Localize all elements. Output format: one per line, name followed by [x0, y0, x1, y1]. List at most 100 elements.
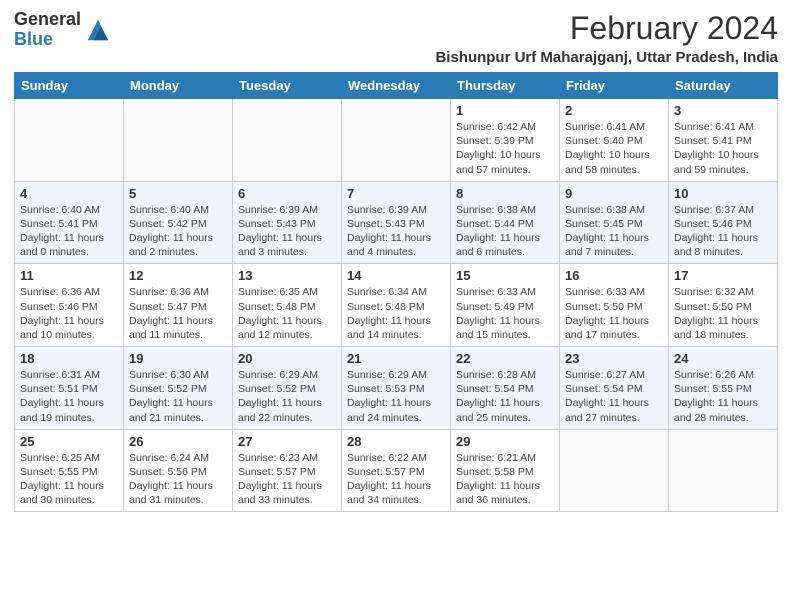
day-number: 6 — [238, 186, 336, 201]
calendar-week-row: 18Sunrise: 6:31 AM Sunset: 5:51 PM Dayli… — [15, 347, 778, 430]
day-info: Sunrise: 6:23 AM Sunset: 5:57 PM Dayligh… — [238, 451, 336, 508]
day-number: 25 — [20, 434, 118, 449]
table-row: 4 Sunrise: 6:40 AM Sunset: 5:41 PM Daylig… — [15, 181, 124, 264]
table-row: 2Sunrise: 6:41 AM Sunset: 5:40 PM Daylig… — [560, 99, 669, 182]
calendar-week-row: 25 Sunrise: 6:25 AM Sunset: 5:55 PM Dayli… — [15, 429, 778, 512]
col-tuesday: Tuesday — [233, 73, 342, 99]
day-info: Sunrise: 6:40 AM Sunset: 5:41 PM Dayligh… — [20, 203, 118, 260]
day-number: 29 — [456, 434, 554, 449]
col-sunday: Sunday — [15, 73, 124, 99]
day-info: Sunrise: 6:39 AM Sunset: 5:43 PM Dayligh… — [347, 203, 445, 260]
day-number: 11 — [20, 268, 118, 283]
calendar-week-row: 11 Sunrise: 6:36 AM Sunset: 5:46 PM Dayli… — [15, 264, 778, 347]
day-number: 28 — [347, 434, 445, 449]
day-info: Sunrise: 6:41 AM Sunset: 5:40 PM Dayligh… — [565, 120, 663, 177]
day-info: Sunrise: 6:33 AM Sunset: 5:50 PM Dayligh… — [565, 285, 663, 342]
col-friday: Friday — [560, 73, 669, 99]
col-saturday: Saturday — [669, 73, 778, 99]
day-number: 16 — [565, 268, 663, 283]
table-row: 28 Sunrise: 6:22 AM Sunset: 5:57 PM Dayli… — [342, 429, 451, 512]
col-wednesday: Wednesday — [342, 73, 451, 99]
day-number: 15 — [456, 268, 554, 283]
table-row: 23 Sunrise: 6:27 AM Sunset: 5:54 PM Dayli… — [560, 347, 669, 430]
day-info: Sunrise: 6:38 AM Sunset: 5:45 PM Dayligh… — [565, 203, 663, 260]
day-number: 1 — [456, 103, 554, 118]
day-number: 7 — [347, 186, 445, 201]
table-row — [233, 99, 342, 182]
table-row: 19Sunrise: 6:30 AM Sunset: 5:52 PM Dayli… — [124, 347, 233, 430]
day-number: 14 — [347, 268, 445, 283]
logo-icon — [84, 16, 112, 44]
table-row — [342, 99, 451, 182]
table-row: 20 Sunrise: 6:29 AM Sunset: 5:52 PM Dayli… — [233, 347, 342, 430]
day-number: 10 — [674, 186, 772, 201]
subtitle: Bishunpur Urf Maharajganj, Uttar Pradesh… — [435, 49, 778, 66]
day-number: 20 — [238, 351, 336, 366]
table-row — [560, 429, 669, 512]
table-row: 14 Sunrise: 6:34 AM Sunset: 5:48 PM Dayli… — [342, 264, 451, 347]
day-info: Sunrise: 6:34 AM Sunset: 5:48 PM Dayligh… — [347, 285, 445, 342]
day-number: 19 — [129, 351, 227, 366]
logo-blue: Blue — [14, 30, 81, 50]
calendar-header-row: Sunday Monday Tuesday Wednesday Thursday… — [15, 73, 778, 99]
day-info: Sunrise: 6:36 AM Sunset: 5:46 PM Dayligh… — [20, 285, 118, 342]
table-row: 1 Sunrise: 6:42 AM Sunset: 5:39 PM Daylig… — [451, 99, 560, 182]
day-number: 13 — [238, 268, 336, 283]
table-row: 3Sunrise: 6:41 AM Sunset: 5:41 PM Daylig… — [669, 99, 778, 182]
day-info: Sunrise: 6:36 AM Sunset: 5:47 PM Dayligh… — [129, 285, 227, 342]
day-info: Sunrise: 6:35 AM Sunset: 5:48 PM Dayligh… — [238, 285, 336, 342]
page: General Blue February 2024 Bishunpur Urf… — [0, 0, 792, 522]
logo-text: General Blue — [14, 10, 81, 50]
table-row: 22 Sunrise: 6:28 AM Sunset: 5:54 PM Dayli… — [451, 347, 560, 430]
day-number: 27 — [238, 434, 336, 449]
day-number: 3 — [674, 103, 772, 118]
day-info: Sunrise: 6:29 AM Sunset: 5:52 PM Dayligh… — [238, 368, 336, 425]
header: General Blue February 2024 Bishunpur Urf… — [14, 10, 778, 66]
day-number: 12 — [129, 268, 227, 283]
table-row: 12 Sunrise: 6:36 AM Sunset: 5:47 PM Dayli… — [124, 264, 233, 347]
table-row: 26Sunrise: 6:24 AM Sunset: 5:56 PM Dayli… — [124, 429, 233, 512]
day-info: Sunrise: 6:25 AM Sunset: 5:55 PM Dayligh… — [20, 451, 118, 508]
day-info: Sunrise: 6:21 AM Sunset: 5:58 PM Dayligh… — [456, 451, 554, 508]
table-row: 7 Sunrise: 6:39 AM Sunset: 5:43 PM Daylig… — [342, 181, 451, 264]
day-info: Sunrise: 6:37 AM Sunset: 5:46 PM Dayligh… — [674, 203, 772, 260]
calendar: Sunday Monday Tuesday Wednesday Thursday… — [14, 72, 778, 512]
day-info: Sunrise: 6:31 AM Sunset: 5:51 PM Dayligh… — [20, 368, 118, 425]
day-number: 24 — [674, 351, 772, 366]
day-info: Sunrise: 6:32 AM Sunset: 5:50 PM Dayligh… — [674, 285, 772, 342]
day-info: Sunrise: 6:26 AM Sunset: 5:55 PM Dayligh… — [674, 368, 772, 425]
day-info: Sunrise: 6:42 AM Sunset: 5:39 PM Dayligh… — [456, 120, 554, 177]
day-number: 22 — [456, 351, 554, 366]
table-row: 5 Sunrise: 6:40 AM Sunset: 5:42 PM Daylig… — [124, 181, 233, 264]
table-row: 13 Sunrise: 6:35 AM Sunset: 5:48 PM Dayli… — [233, 264, 342, 347]
logo: General Blue — [14, 10, 112, 50]
table-row: 10 Sunrise: 6:37 AM Sunset: 5:46 PM Dayli… — [669, 181, 778, 264]
day-number: 17 — [674, 268, 772, 283]
table-row: 17 Sunrise: 6:32 AM Sunset: 5:50 PM Dayli… — [669, 264, 778, 347]
table-row: 29 Sunrise: 6:21 AM Sunset: 5:58 PM Dayli… — [451, 429, 560, 512]
table-row: 8 Sunrise: 6:38 AM Sunset: 5:44 PM Daylig… — [451, 181, 560, 264]
day-info: Sunrise: 6:28 AM Sunset: 5:54 PM Dayligh… — [456, 368, 554, 425]
day-number: 5 — [129, 186, 227, 201]
col-monday: Monday — [124, 73, 233, 99]
col-thursday: Thursday — [451, 73, 560, 99]
table-row: 11 Sunrise: 6:36 AM Sunset: 5:46 PM Dayli… — [15, 264, 124, 347]
day-number: 23 — [565, 351, 663, 366]
day-info: Sunrise: 6:22 AM Sunset: 5:57 PM Dayligh… — [347, 451, 445, 508]
table-row: 6 Sunrise: 6:39 AM Sunset: 5:43 PM Daylig… — [233, 181, 342, 264]
day-info: Sunrise: 6:39 AM Sunset: 5:43 PM Dayligh… — [238, 203, 336, 260]
table-row — [669, 429, 778, 512]
table-row: 21Sunrise: 6:29 AM Sunset: 5:53 PM Dayli… — [342, 347, 451, 430]
day-number: 26 — [129, 434, 227, 449]
day-info: Sunrise: 6:29 AM Sunset: 5:53 PM Dayligh… — [347, 368, 445, 425]
day-info: Sunrise: 6:38 AM Sunset: 5:44 PM Dayligh… — [456, 203, 554, 260]
day-number: 8 — [456, 186, 554, 201]
day-number: 4 — [20, 186, 118, 201]
day-info: Sunrise: 6:40 AM Sunset: 5:42 PM Dayligh… — [129, 203, 227, 260]
table-row: 16 Sunrise: 6:33 AM Sunset: 5:50 PM Dayli… — [560, 264, 669, 347]
day-info: Sunrise: 6:27 AM Sunset: 5:54 PM Dayligh… — [565, 368, 663, 425]
table-row: 9Sunrise: 6:38 AM Sunset: 5:45 PM Daylig… — [560, 181, 669, 264]
title-section: February 2024 Bishunpur Urf Maharajganj,… — [435, 10, 778, 66]
table-row: 15Sunrise: 6:33 AM Sunset: 5:49 PM Dayli… — [451, 264, 560, 347]
table-row: 24 Sunrise: 6:26 AM Sunset: 5:55 PM Dayli… — [669, 347, 778, 430]
